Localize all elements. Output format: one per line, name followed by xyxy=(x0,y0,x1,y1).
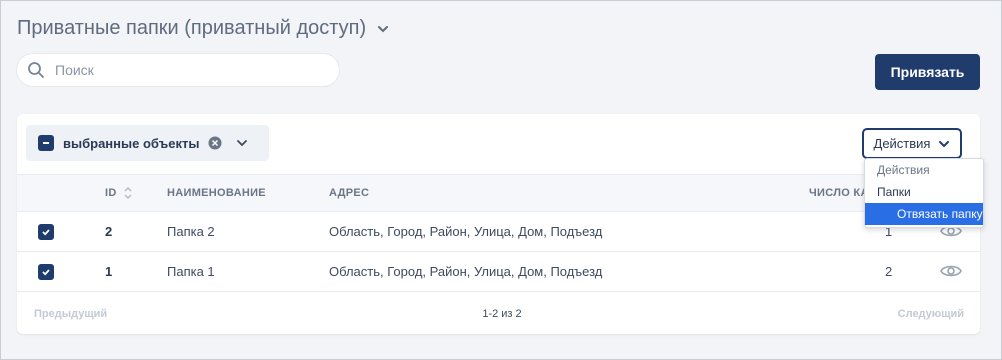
column-header-name: НАИМЕНОВАНИЕ xyxy=(167,187,266,199)
next-page-button[interactable]: Следующий xyxy=(898,308,964,320)
row-checkbox[interactable] xyxy=(38,264,54,280)
table-row[interactable]: 1 Папка 1 Область, Город, Район, Улица, … xyxy=(17,252,980,292)
page-title[interactable]: Приватные папки (приватный доступ) xyxy=(17,17,390,40)
column-header-count: ЧИСЛО КА xyxy=(809,187,869,199)
row-name: Папка 1 xyxy=(167,264,215,279)
actions-select-label: Действия xyxy=(873,136,931,151)
table-row[interactable]: 2 Папка 2 Область, Город, Район, Улица, … xyxy=(17,212,980,252)
selected-objects-label: выбранные объекты xyxy=(63,135,200,151)
clear-icon[interactable] xyxy=(208,136,222,150)
folders-card: выбранные объекты Действия ID НАИМЕНОВАН… xyxy=(17,114,980,334)
partial-checkbox-icon[interactable] xyxy=(38,135,54,151)
actions-select[interactable]: Действия xyxy=(862,128,962,159)
chevron-down-icon[interactable] xyxy=(376,22,390,36)
dropdown-option-actions[interactable]: Действия xyxy=(865,159,983,181)
pagination-info: 1-2 из 2 xyxy=(482,308,522,320)
row-address: Область, Город, Район, Улица, Дом, Подъе… xyxy=(329,224,603,239)
eye-icon[interactable] xyxy=(940,262,962,280)
dropdown-group-folders: Папки xyxy=(877,185,911,199)
selected-objects-chip[interactable]: выбранные объекты xyxy=(26,125,269,161)
chevron-down-icon xyxy=(939,140,950,147)
row-address: Область, Город, Район, Улица, Дом, Подъе… xyxy=(329,264,603,279)
row-id: 2 xyxy=(105,224,113,239)
row-name: Папка 2 xyxy=(167,224,215,239)
table-header: ID НАИМЕНОВАНИЕ АДРЕС ЧИСЛО КА xyxy=(17,174,980,212)
row-checkbox[interactable] xyxy=(38,224,54,240)
bind-button[interactable]: Привязать xyxy=(875,54,980,90)
actions-dropdown-menu: Действия Папки Отвязать папку xyxy=(864,158,984,228)
row-count: 2 xyxy=(885,264,893,279)
page-title-text: Приватные папки (приватный доступ) xyxy=(17,17,367,39)
column-header-id[interactable]: ID xyxy=(105,187,117,199)
column-header-address: АДРЕС xyxy=(329,187,370,199)
dropdown-option-unbind-folder[interactable]: Отвязать папку xyxy=(865,203,983,225)
sort-icon[interactable] xyxy=(123,185,133,201)
search-box[interactable] xyxy=(17,54,339,86)
search-icon xyxy=(28,62,44,78)
row-id: 1 xyxy=(105,264,113,279)
search-input[interactable] xyxy=(55,62,315,78)
chevron-down-icon[interactable] xyxy=(235,136,249,150)
